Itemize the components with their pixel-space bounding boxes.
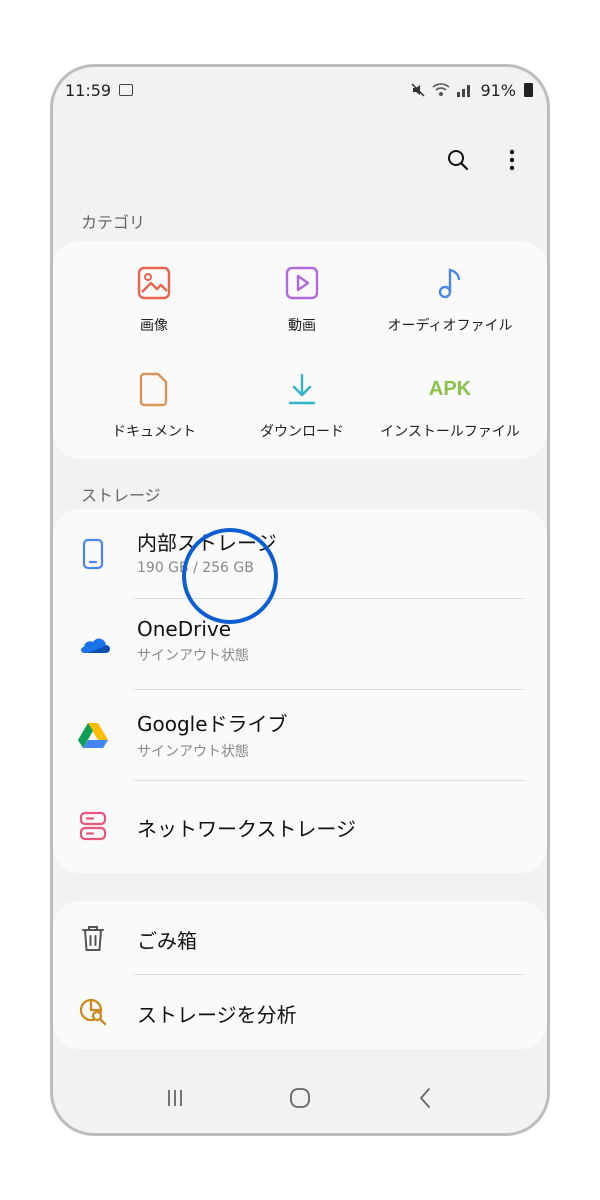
category-label: 画像: [140, 318, 168, 334]
row-text: Googleドライブ サインアウト状態: [137, 708, 288, 761]
category-downloads[interactable]: ダウンロード: [227, 369, 377, 441]
google-drive-icon: [75, 717, 111, 753]
row-title: ごみ箱: [137, 929, 197, 953]
storage-row-internal[interactable]: 内部ストレージ 190 GB / 256 GB: [53, 509, 547, 599]
row-subtitle: 190 GB / 256 GB: [137, 560, 254, 576]
row-text: 内部ストレージ 190 GB / 256 GB: [137, 527, 277, 576]
category-label: ダウンロード: [260, 424, 344, 440]
category-images[interactable]: 画像: [79, 263, 229, 335]
category-documents[interactable]: ドキュメント: [79, 369, 229, 441]
document-icon: [134, 369, 174, 409]
category-label: ドキュメント: [112, 424, 196, 440]
status-time: 11:59: [65, 80, 112, 100]
mute-icon: [411, 83, 425, 97]
categories-card: 画像 動画 オーディオファイル ドキュメント ダウンロード APK インストール…: [53, 241, 547, 459]
row-title: Googleドライブ: [137, 712, 288, 736]
network-storage-icon: [75, 808, 111, 844]
storage-card: 内部ストレージ 190 GB / 256 GB OneDrive サインアウト状…: [53, 509, 547, 873]
category-audio[interactable]: オーディオファイル: [375, 263, 525, 335]
row-text: OneDrive サインアウト状態: [137, 617, 249, 665]
trash-icon: [75, 920, 111, 956]
image-icon: [134, 263, 174, 303]
category-label: オーディオファイル: [387, 318, 513, 334]
phone-icon: [75, 536, 111, 572]
utility-row-analyze[interactable]: ストレージを分析: [53, 975, 547, 1049]
row-title: 内部ストレージ: [137, 531, 277, 555]
voicemail-icon: [119, 84, 134, 96]
home-icon[interactable]: [280, 1078, 320, 1118]
status-right: 91%: [410, 81, 533, 100]
row-title: OneDrive: [137, 617, 232, 641]
back-icon[interactable]: [405, 1078, 445, 1118]
analyze-storage-icon: [75, 994, 111, 1030]
battery-icon: [524, 83, 533, 97]
category-label: 動画: [288, 318, 316, 334]
storage-row-onedrive[interactable]: OneDrive サインアウト状態: [53, 599, 547, 689]
storage-row-network[interactable]: ネットワークストレージ: [53, 781, 547, 871]
battery-percent: 91%: [480, 80, 516, 100]
row-title: ストレージを分析: [137, 1003, 297, 1027]
video-icon: [282, 263, 322, 303]
categories-heading: カテゴリ: [81, 213, 146, 232]
onedrive-icon: [75, 626, 111, 662]
wifi-icon: [432, 83, 450, 96]
toolbar: [443, 145, 527, 175]
category-install-files[interactable]: APK インストールファイル: [375, 369, 525, 441]
row-subtitle: サインアウト状態: [137, 648, 249, 664]
storage-row-google-drive[interactable]: Googleドライブ サインアウト状態: [53, 690, 547, 780]
apk-icon-text: APK: [428, 377, 472, 400]
category-label: インストールファイル: [380, 424, 520, 440]
status-left: 11:59: [65, 80, 134, 100]
row-subtitle: サインアウト状態: [137, 744, 249, 760]
row-text: ごみ箱: [137, 925, 197, 954]
utility-row-trash[interactable]: ごみ箱: [53, 901, 547, 975]
row-text: ネットワークストレージ: [137, 813, 356, 842]
apk-icon: APK: [428, 369, 472, 409]
utilities-card: ごみ箱 ストレージを分析: [53, 901, 547, 1049]
nav-bar: [53, 1063, 547, 1133]
more-vert-icon[interactable]: [497, 145, 527, 175]
storage-heading: ストレージ: [81, 486, 161, 505]
signal-icon: [457, 85, 471, 97]
recent-apps-icon[interactable]: [155, 1078, 195, 1118]
search-icon[interactable]: [443, 145, 473, 175]
download-icon: [282, 369, 322, 409]
category-videos[interactable]: 動画: [227, 263, 377, 335]
music-note-icon: [430, 263, 470, 303]
row-title: ネットワークストレージ: [137, 817, 356, 841]
row-text: ストレージを分析: [137, 999, 297, 1028]
phone-frame: 11:59 91% カテゴリ 画像 動画 オーディオファイル ドキュメント ダウ…: [50, 64, 550, 1136]
status-bar: 11:59 91%: [53, 67, 547, 113]
